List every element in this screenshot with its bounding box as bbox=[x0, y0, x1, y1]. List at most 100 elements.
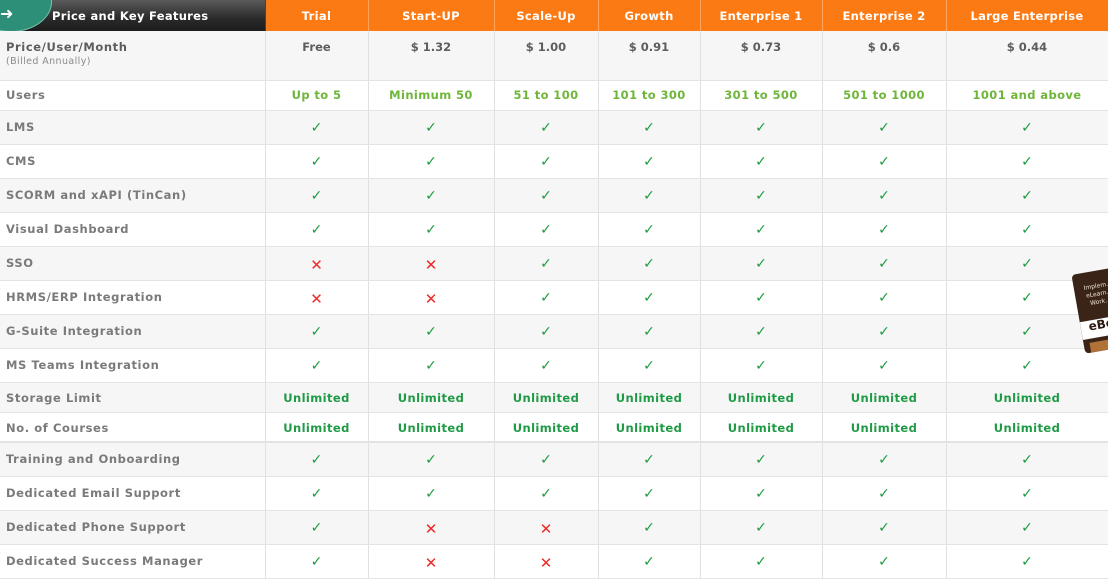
check-icon: ✓ bbox=[878, 153, 890, 170]
plan-header-enterprise-1: Enterprise 1 bbox=[700, 0, 823, 31]
feature-cell: ✓ bbox=[598, 348, 701, 383]
feature-cell: ✓ bbox=[368, 314, 495, 349]
price-value: $ 0.44 bbox=[946, 31, 1108, 81]
feature-row-lms: LMS ✓ ✓ ✓ ✓ ✓ ✓ ✓ bbox=[0, 110, 1108, 145]
feature-cell: ✓ bbox=[946, 442, 1108, 477]
check-icon: ✓ bbox=[310, 519, 323, 536]
check-icon: ✓ bbox=[425, 221, 437, 238]
ebook-brand: eBo bbox=[1087, 315, 1108, 334]
check-icon: ✓ bbox=[1021, 255, 1033, 272]
feature-row-training-and-onboarding: Training and Onboarding ✓ ✓ ✓ ✓ ✓ ✓ ✓ bbox=[0, 442, 1108, 477]
check-icon: ✓ bbox=[310, 221, 323, 238]
price-value: $ 0.6 bbox=[822, 31, 947, 81]
check-icon: ✓ bbox=[643, 289, 655, 306]
check-icon: ✓ bbox=[643, 119, 655, 136]
limit-value: Unlimited bbox=[700, 412, 823, 443]
pricing-table: ➜ Price and Key Features Trial Start-UP … bbox=[0, 0, 1108, 579]
feature-cell: ✓ bbox=[598, 314, 701, 349]
check-icon: ✓ bbox=[878, 187, 890, 204]
feature-column-title: Price and Key Features bbox=[52, 8, 209, 23]
check-icon: ✓ bbox=[755, 323, 767, 340]
feature-cell: ✓ bbox=[494, 314, 599, 349]
feature-label: Visual Dashboard bbox=[0, 212, 266, 247]
limit-row-storage-limit: Storage Limit Unlimited Unlimited Unlimited… bbox=[0, 382, 1108, 413]
users-label: Users bbox=[0, 80, 266, 111]
feature-cell: ✓ bbox=[822, 348, 947, 383]
feature-cell: ✓ bbox=[822, 510, 947, 545]
feature-cell: ✓ bbox=[598, 280, 701, 315]
check-icon: ✓ bbox=[755, 119, 767, 136]
users-value: 51 to 100 bbox=[494, 80, 599, 111]
check-icon: ✓ bbox=[755, 221, 767, 238]
limit-value: Unlimited bbox=[822, 382, 947, 413]
ebook-title: Implem... eLearn... Work... bbox=[1083, 280, 1108, 308]
limit-value: Unlimited bbox=[822, 412, 947, 443]
feature-cell: ✓ bbox=[598, 544, 701, 579]
check-icon: ✓ bbox=[1021, 357, 1033, 374]
feature-row-visual-dashboard: Visual Dashboard ✓ ✓ ✓ ✓ ✓ ✓ ✓ bbox=[0, 212, 1108, 247]
feature-cell: ✓ bbox=[822, 314, 947, 349]
feature-cell: ✓ bbox=[368, 144, 495, 179]
cross-icon: ✕ bbox=[424, 255, 438, 274]
feature-cell: ✓ bbox=[598, 178, 701, 213]
feature-cell: ✓ bbox=[700, 544, 823, 579]
limit-label: No. of Courses bbox=[0, 412, 266, 443]
check-icon: ✓ bbox=[755, 153, 767, 170]
limit-value: Unlimited bbox=[946, 382, 1108, 413]
feature-cell: ✓ bbox=[265, 110, 369, 145]
check-icon: ✓ bbox=[643, 357, 655, 374]
feature-cell: ✓ bbox=[822, 178, 947, 213]
check-icon: ✓ bbox=[755, 357, 767, 374]
limit-label: Storage Limit bbox=[0, 382, 266, 413]
check-icon: ✓ bbox=[425, 153, 437, 170]
feature-cell: ✕ bbox=[368, 544, 495, 579]
feature-cell: ✓ bbox=[700, 110, 823, 145]
limit-value: Unlimited bbox=[598, 382, 701, 413]
feature-cell: ✓ bbox=[265, 544, 369, 579]
check-icon: ✓ bbox=[1021, 452, 1033, 468]
feature-cell: ✓ bbox=[946, 544, 1108, 579]
feature-row-hrms-erp-integration: HRMS/ERP Integration ✕ ✕ ✓ ✓ ✓ ✓ ✓ bbox=[0, 280, 1108, 315]
check-icon: ✓ bbox=[1021, 553, 1033, 570]
feature-cell: ✓ bbox=[700, 476, 823, 511]
price-value: $ 0.73 bbox=[700, 31, 823, 81]
check-icon: ✓ bbox=[643, 221, 655, 238]
check-icon: ✓ bbox=[755, 452, 767, 468]
feature-cell: ✕ bbox=[368, 510, 495, 545]
check-icon: ✓ bbox=[643, 519, 655, 536]
price-label: Price/User/Month bbox=[6, 40, 128, 54]
check-icon: ✓ bbox=[643, 255, 655, 272]
feature-cell: ✓ bbox=[700, 510, 823, 545]
arrow-right-icon: ➜ bbox=[0, 4, 14, 23]
check-icon: ✓ bbox=[425, 452, 437, 468]
feature-row-dedicated-phone-support: Dedicated Phone Support ✓ ✕ ✕ ✓ ✓ ✓ ✓ bbox=[0, 510, 1108, 545]
feature-label: G-Suite Integration bbox=[0, 314, 266, 349]
check-icon: ✓ bbox=[643, 452, 655, 468]
price-value: $ 1.00 bbox=[494, 31, 599, 81]
check-icon: ✓ bbox=[755, 289, 767, 306]
feature-cell: ✓ bbox=[265, 476, 369, 511]
feature-cell: ✓ bbox=[946, 110, 1108, 145]
feature-cell: ✓ bbox=[598, 510, 701, 545]
users-value: Up to 5 bbox=[265, 80, 369, 111]
feature-row-scorm-and-xapi-tincan: SCORM and xAPI (TinCan) ✓ ✓ ✓ ✓ ✓ ✓ ✓ bbox=[0, 178, 1108, 213]
feature-cell: ✓ bbox=[265, 348, 369, 383]
feature-cell: ✓ bbox=[822, 246, 947, 281]
feature-cell: ✓ bbox=[598, 246, 701, 281]
header-row: ➜ Price and Key Features Trial Start-UP … bbox=[0, 0, 1108, 31]
users-value: 101 to 300 bbox=[598, 80, 701, 111]
check-icon: ✓ bbox=[1021, 153, 1033, 170]
feature-cell: ✓ bbox=[265, 314, 369, 349]
feature-row-cms: CMS ✓ ✓ ✓ ✓ ✓ ✓ ✓ bbox=[0, 144, 1108, 179]
feature-cell: ✕ bbox=[368, 246, 495, 281]
feature-label: Training and Onboarding bbox=[0, 442, 266, 477]
feature-cell: ✓ bbox=[265, 212, 369, 247]
feature-cell: ✓ bbox=[598, 442, 701, 477]
feature-cell: ✕ bbox=[494, 544, 599, 579]
check-icon: ✓ bbox=[878, 519, 890, 536]
price-value: $ 0.91 bbox=[598, 31, 701, 81]
feature-cell: ✓ bbox=[822, 280, 947, 315]
feature-cell: ✓ bbox=[265, 144, 369, 179]
feature-cell: ✓ bbox=[946, 144, 1108, 179]
plan-header-large-enterprise: Large Enterprise bbox=[946, 0, 1108, 31]
